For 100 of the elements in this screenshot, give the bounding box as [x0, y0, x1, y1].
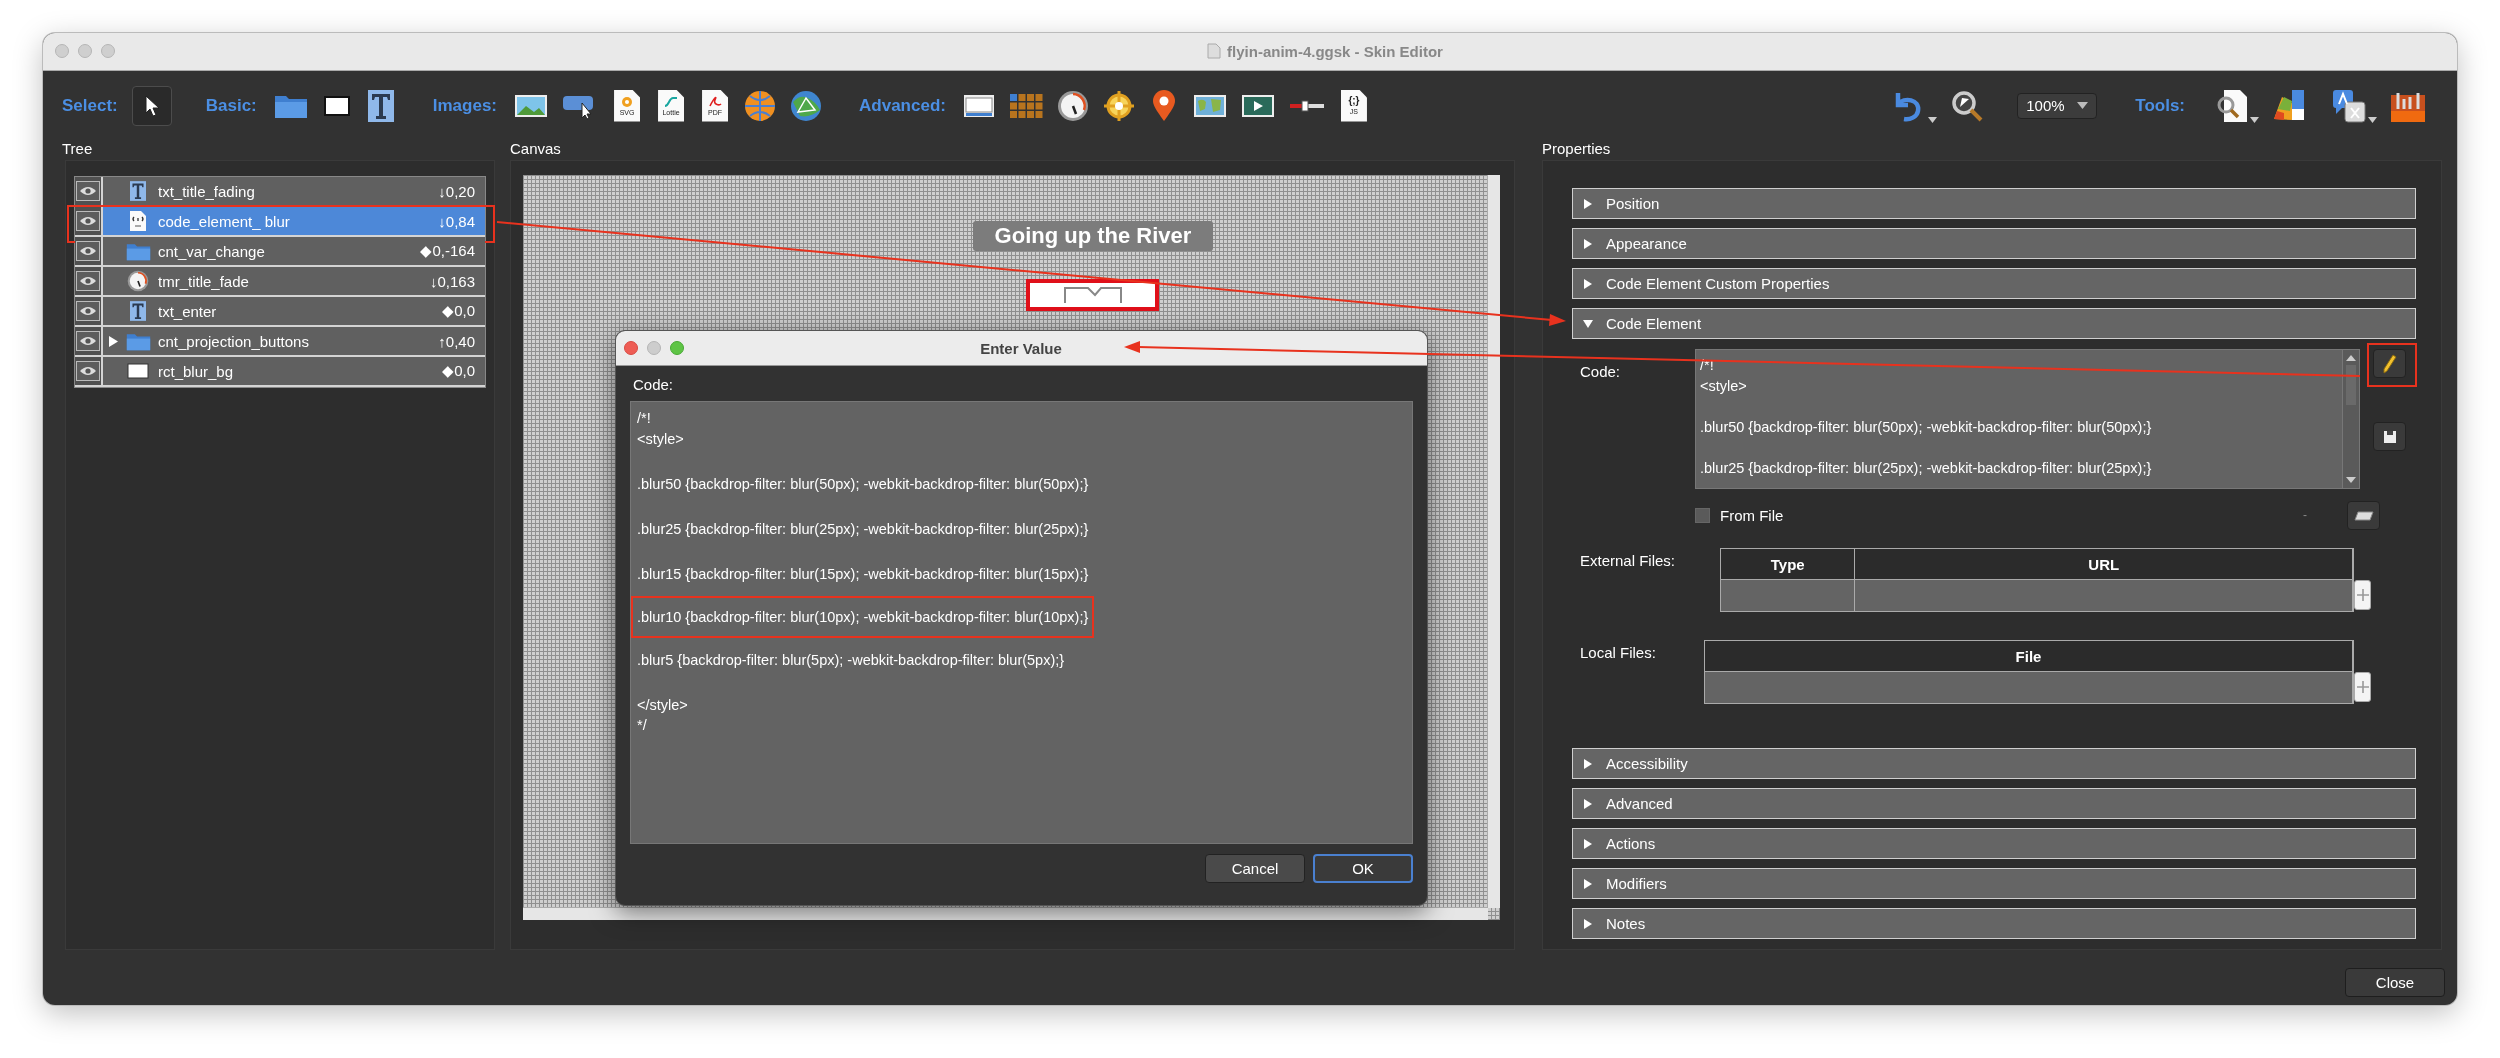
code-text: .blur10 {backdrop-filter: blur(10px); -webkit-backdrop-filter: blur(10px);} — [631, 595, 1095, 638]
close-button[interactable] — [624, 341, 638, 355]
checkbox[interactable] — [1695, 507, 1710, 523]
tree-item-name: txt_enter — [158, 302, 218, 320]
tree-item-position: ↑0,40 — [438, 332, 475, 350]
plus-icon — [2356, 681, 2369, 694]
checkbox-label: From File — [1720, 506, 1784, 524]
visibility-toggle[interactable] — [75, 177, 103, 206]
add-button[interactable] — [2354, 580, 2371, 611]
tree-item-name: txt_title_fading — [158, 182, 256, 200]
toolbar-group-label: Tools: — [2135, 95, 2185, 116]
section-header[interactable]: Notes — [1572, 908, 2416, 940]
tree-item-position: ↓0,20 — [438, 182, 475, 200]
expand-triangle-icon — [1583, 918, 1593, 929]
dropdown-caret-icon — [2077, 102, 2089, 110]
field-label: External Files: — [1579, 551, 1677, 570]
visibility-toggle[interactable] — [75, 237, 103, 266]
scroll-up-icon[interactable] — [2346, 355, 2356, 362]
tree-item-position: ↓0,163 — [429, 272, 475, 290]
scroll-down-icon[interactable] — [2346, 477, 2356, 484]
code-text: .blur15 {backdrop-filter: blur(15px); -webkit-backdrop-filter: blur(15px);} — [636, 564, 1090, 584]
document-icon — [1207, 43, 1222, 60]
rectangle-icon — [127, 363, 149, 380]
map-icon — [1192, 92, 1227, 119]
caret-icon — [1928, 116, 1938, 123]
section-header[interactable]: Code Element — [1572, 308, 2416, 340]
panel-title: Canvas — [510, 140, 562, 160]
zoom-dropdown[interactable]: 100% — [2017, 92, 2098, 119]
globe-icon — [744, 89, 777, 122]
expand-triangle-icon — [1583, 238, 1593, 249]
text-icon — [130, 180, 146, 203]
open-file-button[interactable] — [2347, 500, 2380, 530]
expand-triangle-icon[interactable] — [108, 335, 118, 347]
code-file-icon — [129, 210, 147, 233]
section-header[interactable]: Accessibility — [1572, 748, 2416, 780]
folder-icon — [125, 241, 151, 261]
add-button[interactable] — [2354, 672, 2371, 703]
network-globe-icon — [790, 89, 823, 122]
visibility-toggle[interactable] — [75, 327, 103, 356]
plus-icon — [2356, 589, 2369, 602]
tree-item-name: cnt_var_change — [158, 242, 266, 260]
text-icon — [367, 89, 394, 122]
section-header[interactable]: Code Element Custom Properties — [1572, 268, 2416, 300]
scrollbar-thumb[interactable] — [2346, 365, 2356, 406]
section-header[interactable]: Advanced — [1572, 788, 2416, 820]
code-text: .blur25 {backdrop-filter: blur(25px); -webkit-backdrop-filter: blur(25px);} — [636, 519, 1090, 539]
video-icon — [1240, 92, 1275, 119]
code-text: .blur50 {backdrop-filter: blur(50px); -webkit-backdrop-filter: blur(50px);} — [1700, 417, 2153, 437]
code-text: </style> */ — [636, 695, 689, 735]
vertical-scrollbar[interactable] — [1487, 175, 1500, 909]
toolbar-button[interactable] — [131, 85, 172, 126]
code-text: .blur5 {backdrop-filter: blur(5px); -webkit-backdrop-filter: blur(5px);} — [636, 650, 1066, 670]
section-header[interactable]: Appearance — [1572, 228, 2416, 260]
horizontal-scrollbar[interactable] — [523, 907, 1488, 921]
visibility-toggle[interactable] — [75, 207, 103, 236]
slider-icon — [1288, 98, 1325, 113]
toolbar-group-label: Select: — [62, 95, 118, 116]
expand-triangle-icon — [1583, 798, 1593, 809]
visibility-toggle[interactable] — [75, 267, 103, 296]
section-header[interactable]: Actions — [1572, 828, 2416, 860]
close-button[interactable]: Close — [2345, 968, 2445, 998]
pencil-icon — [2382, 353, 2397, 374]
expand-triangle-icon — [1583, 838, 1593, 849]
tree-item-name: cnt_projection_buttons — [158, 332, 310, 350]
field-label: Code: — [633, 376, 675, 393]
map-pin-icon — [1151, 89, 1176, 122]
folder-icon — [125, 331, 151, 351]
dialog-button[interactable]: OK — [1313, 854, 1413, 883]
dialog-button[interactable]: Cancel — [1205, 854, 1305, 883]
expand-triangle-icon — [1583, 878, 1593, 889]
canvas-text-element: Going up the River — [973, 221, 1213, 252]
field-label: Local Files: — [1579, 643, 1657, 662]
code-field[interactable] — [630, 401, 1413, 844]
tree-item-position: ◆0,-164 — [420, 242, 475, 261]
vertical-scrollbar[interactable] — [2342, 350, 2359, 489]
window-title: flyin-anim-4.ggsk - Skin Editor — [1227, 42, 1443, 60]
file-symbol: {;} — [1348, 95, 1360, 108]
folder-icon — [2353, 509, 2374, 522]
expand-triangle-icon — [1583, 198, 1593, 209]
toolbar-group-label: Basic: — [205, 95, 257, 116]
save-button[interactable] — [2373, 422, 2406, 452]
section-header[interactable]: Modifiers — [1572, 868, 2416, 900]
timer-icon — [1056, 89, 1089, 122]
panel-title: Properties — [1542, 140, 1612, 160]
section-header[interactable]: Position — [1572, 188, 2416, 220]
code-text: .blur25 {backdrop-filter: blur(25px); -webkit-backdrop-filter: blur(25px);} — [1700, 458, 2153, 478]
toolbar-group-label: Advanced: — [859, 95, 946, 116]
visibility-toggle[interactable] — [75, 357, 103, 386]
toolbar-group-label: Images: — [432, 95, 498, 116]
crosshair-icon — [1102, 89, 1135, 122]
grid-icon — [1008, 92, 1043, 119]
edit-button[interactable] — [2373, 349, 2406, 379]
tree-item-position: ◆0,0 — [442, 302, 475, 321]
visibility-toggle[interactable] — [75, 297, 103, 326]
panel-title: Tree — [62, 140, 94, 160]
tree-item-name: tmr_title_fade — [158, 272, 250, 290]
image-icon — [514, 92, 549, 119]
tree-item-position: ◆0,0 — [442, 362, 475, 381]
file-name: - — [2303, 508, 2307, 523]
tree-item[interactable]: code_element_ blur ↓0,84 — [103, 207, 485, 236]
